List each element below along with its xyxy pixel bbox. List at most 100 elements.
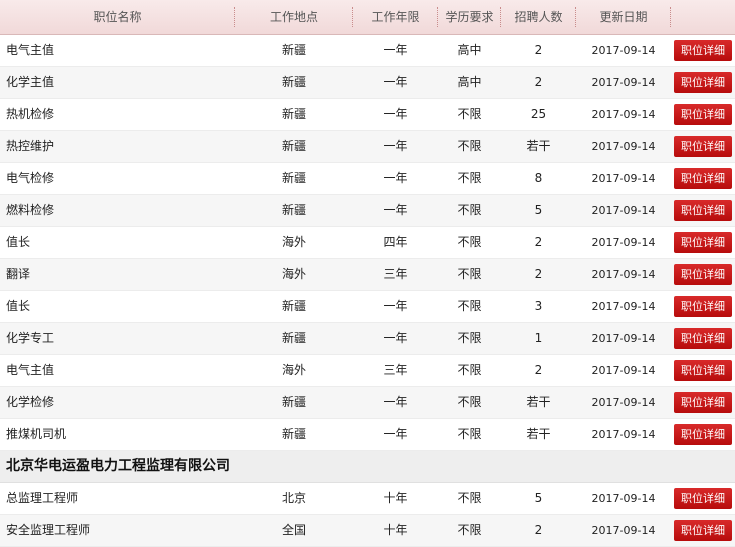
job-count: 3 xyxy=(534,299,543,313)
job-detail-button[interactable]: 职位详细 xyxy=(674,168,732,189)
job-action-cell: 职位详细 xyxy=(671,99,735,130)
job-detail-button[interactable]: 职位详细 xyxy=(674,328,732,349)
job-detail-button[interactable]: 职位详细 xyxy=(674,136,732,157)
job-location: 新疆 xyxy=(281,203,306,217)
job-years: 一年 xyxy=(383,427,408,441)
job-education: 不限 xyxy=(457,267,482,281)
job-name: 总监理工程师 xyxy=(6,491,79,505)
job-years: 三年 xyxy=(383,363,408,377)
job-count: 2 xyxy=(534,43,543,57)
table-row: 翻译 海外 三年 不限 2 2017-09-14 职位详细 xyxy=(0,259,735,291)
job-count: 8 xyxy=(534,171,543,185)
job-years: 一年 xyxy=(383,107,408,121)
job-detail-button[interactable]: 职位详细 xyxy=(674,232,732,253)
job-years: 一年 xyxy=(383,139,408,153)
job-detail-button[interactable]: 职位详细 xyxy=(674,104,732,125)
table-row: 热控维护 新疆 一年 不限 若干 2017-09-14 职位详细 xyxy=(0,131,735,163)
job-location: 新疆 xyxy=(281,75,306,89)
header-years: 工作年限 xyxy=(353,0,438,34)
job-education: 高中 xyxy=(457,43,482,57)
job-location: 海外 xyxy=(281,235,306,249)
job-date: 2017-09-14 xyxy=(591,108,656,121)
job-count: 2 xyxy=(534,235,543,249)
header-education: 学历要求 xyxy=(438,0,501,34)
job-detail-button[interactable]: 职位详细 xyxy=(674,488,732,509)
job-name: 安全监理工程师 xyxy=(6,523,91,537)
job-location: 海外 xyxy=(281,267,306,281)
job-education: 不限 xyxy=(457,139,482,153)
job-years: 四年 xyxy=(383,235,408,249)
job-education: 不限 xyxy=(457,203,482,217)
job-detail-button[interactable]: 职位详细 xyxy=(674,264,732,285)
job-date: 2017-09-14 xyxy=(591,268,656,281)
table-row: 电气主值 新疆 一年 高中 2 2017-09-14 职位详细 xyxy=(0,35,735,67)
job-years: 十年 xyxy=(383,523,408,537)
job-years: 三年 xyxy=(383,267,408,281)
job-date: 2017-09-14 xyxy=(591,492,656,505)
job-action-cell: 职位详细 xyxy=(671,387,735,418)
job-detail-button[interactable]: 职位详细 xyxy=(674,360,732,381)
job-date: 2017-09-14 xyxy=(591,428,656,441)
header-action xyxy=(671,0,735,34)
job-years: 一年 xyxy=(383,171,408,185)
job-location: 北京 xyxy=(281,491,306,505)
job-name: 热机检修 xyxy=(6,107,55,121)
job-date: 2017-09-14 xyxy=(591,140,656,153)
job-education: 不限 xyxy=(457,427,482,441)
job-count: 若干 xyxy=(526,139,551,153)
job-education: 不限 xyxy=(457,235,482,249)
job-detail-button[interactable]: 职位详细 xyxy=(674,72,732,93)
job-action-cell: 职位详细 xyxy=(671,419,735,450)
job-education: 高中 xyxy=(457,75,482,89)
job-rows: 电气主值 新疆 一年 高中 2 2017-09-14 职位详细 化学主值 新疆 一年 高中 2 2017… xyxy=(0,35,735,451)
job-detail-button[interactable]: 职位详细 xyxy=(674,200,732,221)
table-row: 电气主值 海外 三年 不限 2 2017-09-14 职位详细 xyxy=(0,355,735,387)
job-location: 新疆 xyxy=(281,107,306,121)
job-name: 化学主值 xyxy=(6,75,55,89)
job-education: 不限 xyxy=(457,395,482,409)
job-location: 新疆 xyxy=(281,139,306,153)
job-name: 化学专工 xyxy=(6,331,55,345)
job-detail-button[interactable]: 职位详细 xyxy=(674,424,732,445)
job-years: 一年 xyxy=(383,299,408,313)
job-date: 2017-09-14 xyxy=(591,172,656,185)
table-row: 安全监理工程师 全国 十年 不限 2 2017-09-14 职位详细 xyxy=(0,515,735,547)
job-date: 2017-09-14 xyxy=(591,524,656,537)
job-location: 新疆 xyxy=(281,395,306,409)
job-count: 2 xyxy=(534,523,543,537)
job-date: 2017-09-14 xyxy=(591,300,656,313)
job-name: 推煤机司机 xyxy=(6,427,67,441)
job-count: 若干 xyxy=(526,395,551,409)
job-detail-button[interactable]: 职位详细 xyxy=(674,296,732,317)
job-detail-button[interactable]: 职位详细 xyxy=(674,392,732,413)
job-action-cell: 职位详细 xyxy=(671,163,735,194)
job-years: 十年 xyxy=(383,491,408,505)
header-position-name: 职位名称 xyxy=(0,0,235,34)
job-location: 新疆 xyxy=(281,331,306,345)
job-date: 2017-09-14 xyxy=(591,204,656,217)
header-count: 招聘人数 xyxy=(501,0,576,34)
table-row: 值长 海外 四年 不限 2 2017-09-14 职位详细 xyxy=(0,227,735,259)
job-rows-company2: 总监理工程师 北京 十年 不限 5 2017-09-14 职位详细 安全监理工程师 全国 十年 不限… xyxy=(0,483,735,547)
job-name: 燃料检修 xyxy=(6,203,55,217)
job-years: 一年 xyxy=(383,331,408,345)
job-action-cell: 职位详细 xyxy=(671,323,735,354)
job-detail-button[interactable]: 职位详细 xyxy=(674,520,732,541)
job-years: 一年 xyxy=(383,203,408,217)
job-years: 一年 xyxy=(383,43,408,57)
job-location: 新疆 xyxy=(281,43,306,57)
job-action-cell: 职位详细 xyxy=(671,291,735,322)
table-row: 电气检修 新疆 一年 不限 8 2017-09-14 职位详细 xyxy=(0,163,735,195)
job-detail-button[interactable]: 职位详细 xyxy=(674,40,732,61)
job-education: 不限 xyxy=(457,107,482,121)
job-count: 1 xyxy=(534,331,543,345)
job-date: 2017-09-14 xyxy=(591,76,656,89)
table-row: 化学主值 新疆 一年 高中 2 2017-09-14 职位详细 xyxy=(0,67,735,99)
job-action-cell: 职位详细 xyxy=(671,131,735,162)
job-count: 5 xyxy=(534,491,543,505)
job-education: 不限 xyxy=(457,299,482,313)
job-date: 2017-09-14 xyxy=(591,236,656,249)
header-location: 工作地点 xyxy=(235,0,353,34)
table-row: 值长 新疆 一年 不限 3 2017-09-14 职位详细 xyxy=(0,291,735,323)
job-location: 海外 xyxy=(281,363,306,377)
